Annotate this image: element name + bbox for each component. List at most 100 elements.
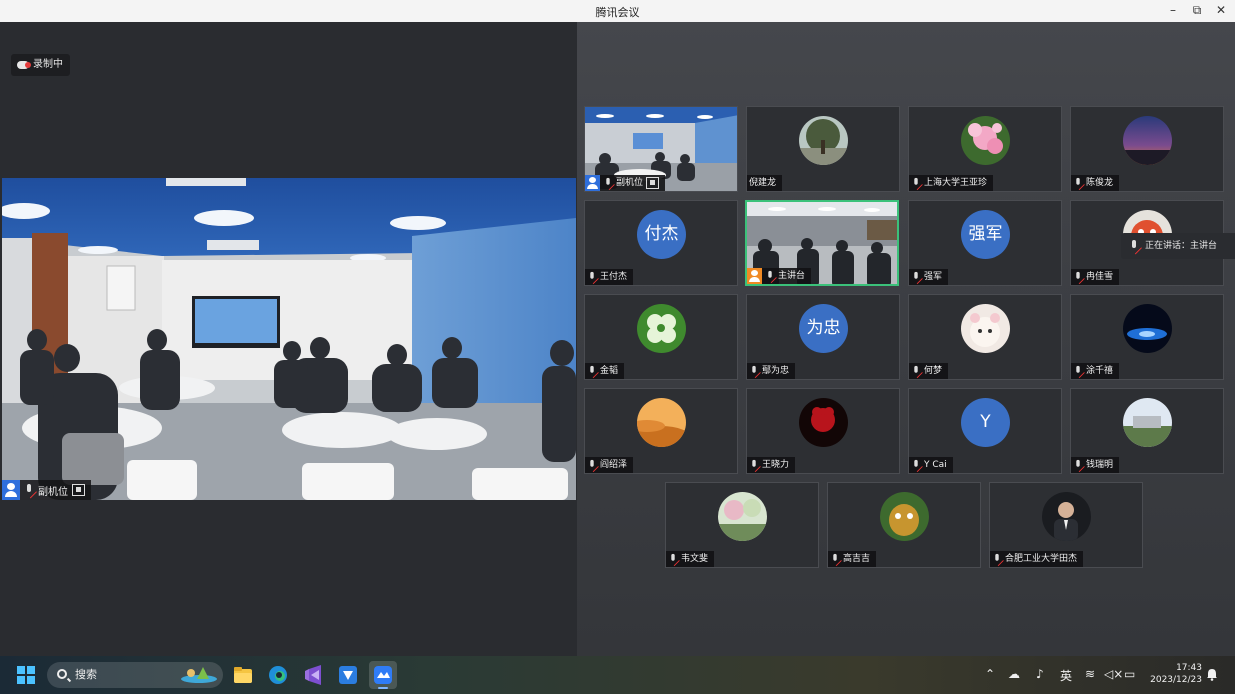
participant-text-avatar: 强军 bbox=[961, 210, 1010, 259]
maximize-button[interactable]: ⧉ bbox=[1184, 0, 1210, 22]
participant-name-label: 何梦 bbox=[909, 363, 949, 379]
mic-icon bbox=[1129, 240, 1139, 252]
main-speaker-label: 副机位 bbox=[2, 480, 91, 500]
title-bar: 腾讯会议 – ⧉ ✕ bbox=[0, 0, 1235, 22]
visual-studio-button[interactable] bbox=[299, 661, 327, 689]
participant-name: 韦文斐 bbox=[681, 554, 709, 564]
participant-tile-active[interactable]: 主讲台 bbox=[745, 200, 899, 286]
mic-muted-icon bbox=[912, 271, 921, 282]
mic-muted-icon bbox=[1074, 177, 1083, 188]
close-button[interactable]: ✕ bbox=[1208, 0, 1234, 22]
speaking-indicator[interactable]: 正在讲话：主讲台 bbox=[1121, 233, 1235, 259]
participant-name: 高吉吉 bbox=[843, 554, 871, 564]
mic-muted-icon bbox=[912, 365, 921, 376]
participant-avatar bbox=[799, 398, 848, 447]
mic-muted-icon bbox=[588, 271, 597, 282]
participant-name: 副机位 bbox=[616, 178, 644, 188]
participant-tile[interactable]: 涂千禧 bbox=[1070, 294, 1224, 380]
participant-name: 涂千禧 bbox=[1086, 366, 1114, 376]
visual-studio-icon bbox=[305, 665, 321, 685]
participant-tile[interactable]: 倪建龙 bbox=[746, 106, 900, 192]
edge-icon bbox=[269, 666, 287, 684]
battery-icon[interactable]: ▭ bbox=[1124, 667, 1135, 681]
user-icon bbox=[2, 480, 20, 500]
participant-tile[interactable]: 钱瑞明 bbox=[1070, 388, 1224, 474]
participant-name-label: 金韬 bbox=[585, 363, 625, 379]
participant-tile[interactable]: Y Y Cai bbox=[908, 388, 1062, 474]
tencent-meeting-button[interactable] bbox=[369, 661, 397, 689]
participant-tile[interactable]: 高吉吉 bbox=[827, 482, 981, 568]
wifi-icon[interactable]: ≋ bbox=[1085, 667, 1095, 681]
participant-name: Y Cai bbox=[924, 460, 947, 470]
participant-avatar bbox=[637, 398, 686, 447]
app-button[interactable] bbox=[334, 661, 362, 689]
participant-tile[interactable]: 强军 强军 bbox=[908, 200, 1062, 286]
participant-tile[interactable]: 阎绍泽 bbox=[584, 388, 738, 474]
participant-text-avatar: 为忠 bbox=[799, 304, 848, 353]
mic-muted-icon bbox=[24, 484, 34, 496]
clock-time: 17:43 bbox=[1176, 663, 1202, 673]
participant-tile[interactable]: 何梦 bbox=[908, 294, 1062, 380]
participant-name: 合肥工业大学田杰 bbox=[1005, 554, 1078, 564]
recording-label: 录制中 bbox=[33, 59, 63, 70]
classroom-video bbox=[2, 178, 576, 500]
screen-share-icon bbox=[646, 177, 660, 189]
participant-name-label: 高吉吉 bbox=[828, 551, 877, 567]
participant-name-label: 涂千禧 bbox=[1071, 363, 1120, 379]
start-button[interactable] bbox=[12, 661, 40, 689]
microphone-icon[interactable]: ♪ bbox=[1036, 667, 1044, 681]
participant-tile[interactable]: 陈俊龙 bbox=[1070, 106, 1224, 192]
minimize-button[interactable]: – bbox=[1160, 0, 1186, 22]
windows-icon bbox=[17, 666, 35, 684]
participant-name-label: 韦文斐 bbox=[666, 551, 715, 567]
participant-avatar bbox=[1123, 398, 1172, 447]
participant-name-label: 倪建龙 bbox=[747, 175, 783, 191]
participant-tile[interactable]: 上海大学王亚珍 bbox=[908, 106, 1062, 192]
edge-button[interactable] bbox=[264, 661, 292, 689]
participant-name-label: 王晓力 bbox=[747, 457, 796, 473]
onedrive-icon[interactable]: ☁ bbox=[1008, 667, 1020, 681]
folder-icon bbox=[234, 667, 252, 683]
participant-name: 鄢为忠 bbox=[762, 366, 790, 376]
participant-avatar bbox=[799, 116, 848, 165]
participant-tile[interactable]: 付杰 王付杰 bbox=[584, 200, 738, 286]
participant-tile[interactable]: 王晓力 bbox=[746, 388, 900, 474]
mic-icon bbox=[766, 270, 775, 281]
participant-name-label: Y Cai bbox=[909, 457, 953, 473]
participant-avatar bbox=[1042, 492, 1091, 541]
participant-name: 上海大学王亚珍 bbox=[924, 178, 988, 188]
participant-name: 王付杰 bbox=[600, 272, 628, 282]
notification-bell-icon[interactable] bbox=[1206, 668, 1218, 681]
participant-tile[interactable]: 韦文斐 bbox=[665, 482, 819, 568]
mic-muted-icon bbox=[912, 177, 921, 188]
participant-tile[interactable]: 合肥工业大学田杰 bbox=[989, 482, 1143, 568]
speaking-text: 正在讲话：主讲台 bbox=[1145, 241, 1218, 251]
search-highlight-icon bbox=[181, 667, 217, 683]
participant-name-label: 阎绍泽 bbox=[585, 457, 634, 473]
participant-tile[interactable]: 副机位 bbox=[584, 106, 738, 192]
participant-name-label: 钱瑞明 bbox=[1071, 457, 1120, 473]
mic-muted-icon bbox=[588, 459, 597, 470]
taskbar-search[interactable]: 搜索 bbox=[47, 662, 223, 688]
mic-muted-icon bbox=[750, 365, 759, 376]
participant-name-label: 副机位 bbox=[585, 175, 666, 191]
search-label: 搜索 bbox=[75, 668, 97, 681]
show-hidden-icons-button[interactable]: ⌃ bbox=[985, 667, 995, 681]
volume-icon[interactable]: ◁× bbox=[1104, 667, 1123, 681]
participant-name: 阎绍泽 bbox=[600, 460, 628, 470]
participant-tile[interactable]: 金韬 bbox=[584, 294, 738, 380]
mic-muted-icon bbox=[750, 459, 759, 470]
main-stage[interactable]: 录制中 副机位 bbox=[0, 22, 577, 656]
mic-muted-icon bbox=[588, 365, 597, 376]
ime-indicator[interactable]: 英 bbox=[1060, 667, 1072, 684]
screen-share-icon bbox=[72, 484, 85, 496]
participant-tile[interactable]: 为忠 鄢为忠 bbox=[746, 294, 900, 380]
participant-name-label: 强军 bbox=[909, 269, 949, 285]
mic-muted-icon bbox=[1074, 459, 1083, 470]
recording-indicator[interactable]: 录制中 bbox=[11, 54, 70, 76]
screen: 腾讯会议 – ⧉ ✕ 录制中 副机位 副机位 倪建龙 上海大学王亚珍 陈俊龙 付… bbox=[0, 0, 1235, 694]
user-icon bbox=[585, 175, 600, 191]
main-speaker-name: 副机位 bbox=[38, 486, 68, 498]
system-clock[interactable]: 17:43 2023/12/23 bbox=[1148, 662, 1202, 686]
file-explorer-button[interactable] bbox=[229, 661, 257, 689]
